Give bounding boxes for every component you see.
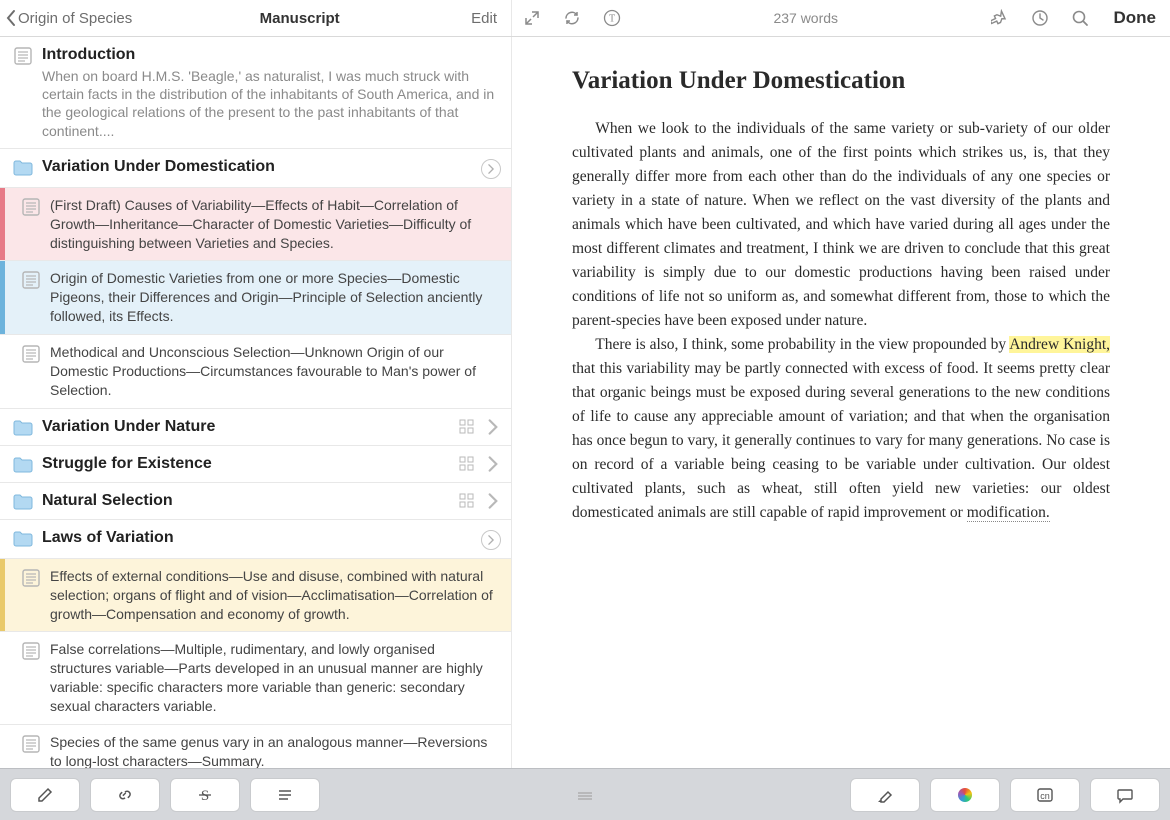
link-icon xyxy=(116,786,134,804)
editor-pane[interactable]: Variation Under Domestication When we lo… xyxy=(512,37,1170,768)
folder-icon xyxy=(10,454,36,474)
chevron-right-icon xyxy=(487,164,495,174)
back-label: Origin of Species xyxy=(18,10,132,27)
document-icon xyxy=(18,567,44,587)
document-row[interactable]: Species of the same genus vary in an ana… xyxy=(0,725,511,768)
paragraph-button[interactable] xyxy=(250,778,320,812)
binder-title: Manuscript xyxy=(142,10,457,27)
row-body: (First Draft) Causes of Variability—Effe… xyxy=(50,196,495,253)
main: IntroductionWhen on board H.M.S. 'Beagle… xyxy=(0,37,1170,768)
folder-icon xyxy=(10,491,36,511)
word-count: 237 words xyxy=(632,10,980,26)
pin-button[interactable] xyxy=(980,9,1020,27)
document-icon xyxy=(18,733,44,753)
row-body: Origin of Domestic Varieties from one or… xyxy=(50,269,495,326)
row-title: Variation Under Nature xyxy=(42,417,453,437)
disclosure-button[interactable] xyxy=(481,159,501,179)
document-row[interactable]: Origin of Domestic Varieties from one or… xyxy=(0,261,511,335)
chevron-right-icon[interactable] xyxy=(485,493,501,509)
comment-icon xyxy=(1116,786,1134,804)
document-title: Variation Under Domestication xyxy=(572,67,1110,95)
color-button[interactable] xyxy=(930,778,1000,812)
row-title: Laws of Variation xyxy=(42,528,475,548)
toolbar-grip[interactable] xyxy=(330,790,840,800)
binder-sidebar[interactable]: IntroductionWhen on board H.M.S. 'Beagle… xyxy=(0,37,512,768)
bottom-toolbar xyxy=(0,768,1170,820)
fullscreen-button[interactable] xyxy=(512,9,552,27)
row-title: Variation Under Domestication xyxy=(42,157,475,177)
grid-icon[interactable] xyxy=(459,419,475,435)
grid-icon[interactable] xyxy=(459,456,475,472)
binder-header: Origin of Species Manuscript Edit xyxy=(0,0,512,36)
chevron-right-icon[interactable] xyxy=(485,456,501,472)
chevron-left-icon xyxy=(4,8,18,28)
dotted-text: modification. xyxy=(967,504,1050,522)
folder-row[interactable]: Variation Under Domestication xyxy=(0,149,511,188)
folder-row[interactable]: Variation Under Nature xyxy=(0,409,511,446)
chevron-right-icon[interactable] xyxy=(485,419,501,435)
folder-icon xyxy=(10,417,36,437)
footnote-icon xyxy=(1036,786,1054,804)
disclosure-button[interactable] xyxy=(481,530,501,550)
document-row[interactable]: False correlations—Multiple, rudimentary… xyxy=(0,632,511,725)
row-body: Methodical and Unconscious Selection—Unk… xyxy=(50,343,495,400)
chevron-right-icon xyxy=(487,535,495,545)
edit-button[interactable]: Edit xyxy=(457,10,511,27)
folder-icon xyxy=(10,528,36,548)
row-title: Natural Selection xyxy=(42,491,453,511)
document-icon xyxy=(10,45,36,65)
pin-icon xyxy=(991,9,1009,27)
grip-icon xyxy=(576,790,594,800)
top-toolbar: Origin of Species Manuscript Edit 237 wo… xyxy=(0,0,1170,37)
row-title: Struggle for Existence xyxy=(42,454,453,474)
highlighter-button[interactable] xyxy=(850,778,920,812)
folder-row[interactable]: Natural Selection xyxy=(0,483,511,520)
folder-row[interactable]: Struggle for Existence xyxy=(0,446,511,483)
folder-row[interactable]: Laws of Variation xyxy=(0,520,511,559)
typewriter-button[interactable] xyxy=(592,9,632,27)
comment-button[interactable] xyxy=(1090,778,1160,812)
highlighted-text: Andrew Knight, xyxy=(1009,336,1110,353)
search-button[interactable] xyxy=(1060,9,1100,27)
strikethrough-button[interactable] xyxy=(170,778,240,812)
color-wheel-icon xyxy=(958,788,972,802)
typewriter-icon xyxy=(603,9,621,27)
document-row[interactable]: (First Draft) Causes of Variability—Effe… xyxy=(0,188,511,262)
expand-icon xyxy=(523,9,541,27)
history-button[interactable] xyxy=(1020,9,1060,27)
folder-icon xyxy=(10,157,36,177)
document-icon xyxy=(18,196,44,216)
strikethrough-icon xyxy=(196,786,214,804)
sync-button[interactable] xyxy=(552,9,592,27)
lines-icon xyxy=(276,786,294,804)
highlighter-icon xyxy=(876,786,894,804)
done-button[interactable]: Done xyxy=(1100,8,1170,28)
row-subtitle: When on board H.M.S. 'Beagle,' as natura… xyxy=(42,67,495,140)
document-row[interactable]: Effects of external conditions—Use and d… xyxy=(0,559,511,633)
footnote-button[interactable] xyxy=(1010,778,1080,812)
link-button[interactable] xyxy=(90,778,160,812)
clock-icon xyxy=(1031,9,1049,27)
back-button[interactable]: Origin of Species xyxy=(0,8,142,28)
search-icon xyxy=(1071,9,1089,27)
editor-header: 237 words Done xyxy=(512,0,1170,36)
document-icon xyxy=(18,343,44,363)
document-icon xyxy=(18,640,44,660)
document-row[interactable]: IntroductionWhen on board H.M.S. 'Beagle… xyxy=(0,37,511,149)
sync-icon xyxy=(563,9,581,27)
pencil-icon xyxy=(36,786,54,804)
grid-icon[interactable] xyxy=(459,493,475,509)
document-row[interactable]: Methodical and Unconscious Selection—Unk… xyxy=(0,335,511,409)
annotate-button[interactable] xyxy=(10,778,80,812)
document-paragraph[interactable]: There is also, I think, some probability… xyxy=(572,333,1110,525)
document-icon xyxy=(18,269,44,289)
row-body: False correlations—Multiple, rudimentary… xyxy=(50,640,495,716)
row-body: Species of the same genus vary in an ana… xyxy=(50,733,495,768)
document-paragraph[interactable]: When we look to the individuals of the s… xyxy=(572,117,1110,333)
row-body: Effects of external conditions—Use and d… xyxy=(50,567,495,624)
row-title: Introduction xyxy=(42,45,495,65)
